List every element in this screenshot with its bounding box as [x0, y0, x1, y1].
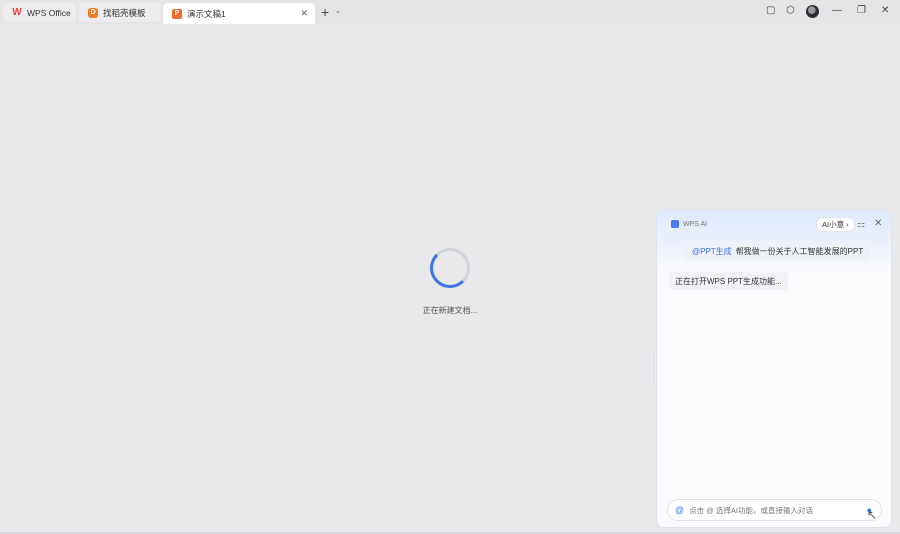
- chat-input-field[interactable]: [689, 505, 850, 515]
- ppt-generate-tag[interactable]: @PPT生成: [692, 246, 732, 257]
- loading-spinner: [430, 248, 470, 288]
- ai-assistant-panel: WPS AI AI小意 › ⚏ ✕ @PPT生成 帮我做一份关于人工智能发展的P…: [656, 209, 892, 528]
- docer-icon: D: [88, 7, 98, 18]
- grid-icon[interactable]: ⚏: [857, 219, 865, 230]
- mouse-cursor-icon: ↖: [867, 508, 878, 522]
- close-window-icon[interactable]: ✕: [881, 5, 889, 16]
- avatar[interactable]: [806, 5, 819, 18]
- restore-icon[interactable]: ❐: [857, 5, 866, 16]
- ai-chat-input[interactable]: @ ●: [667, 499, 882, 521]
- ai-mode-chip[interactable]: AI小意 ›: [816, 217, 855, 232]
- user-message: @PPT生成 帮我做一份关于人工智能发展的PPT: [685, 243, 871, 260]
- assistant-message: 正在打开WPS PPT生成功能...: [669, 272, 788, 290]
- tab-close-icon[interactable]: ✕: [300, 8, 308, 19]
- chevron-down-icon[interactable]: ⌄: [335, 7, 341, 15]
- tab-label: 演示文稿1: [187, 8, 226, 19]
- wps-logo-icon: W: [12, 7, 22, 18]
- loading-text: 正在新建文档...: [422, 306, 478, 315]
- window-layout-icon[interactable]: ▢: [766, 5, 775, 16]
- new-tab-button[interactable]: +: [321, 4, 329, 20]
- user-message-text: 帮我做一份关于人工智能发展的PPT: [735, 247, 864, 256]
- ai-logo-icon: [671, 220, 679, 228]
- tab-docer-templates[interactable]: D 找稻壳模板: [79, 3, 161, 22]
- cube-icon[interactable]: ⬡: [786, 5, 795, 16]
- tab-wps-office[interactable]: W WPS Office: [3, 3, 76, 22]
- tab-label: WPS Office: [27, 7, 71, 18]
- tab-label: 找稻壳模板: [103, 7, 146, 18]
- minimize-icon[interactable]: —: [832, 5, 842, 16]
- presentation-icon: P: [172, 8, 182, 19]
- ai-panel-title: WPS AI: [671, 220, 707, 228]
- tab-presentation[interactable]: P 演示文稿1 ✕: [163, 3, 315, 24]
- title-bar: W WPS Office D 找稻壳模板 P 演示文稿1 ✕ + ⌄ ▢ ⬡ —…: [0, 0, 900, 24]
- close-icon[interactable]: ✕: [874, 218, 882, 229]
- at-icon[interactable]: @: [675, 505, 684, 515]
